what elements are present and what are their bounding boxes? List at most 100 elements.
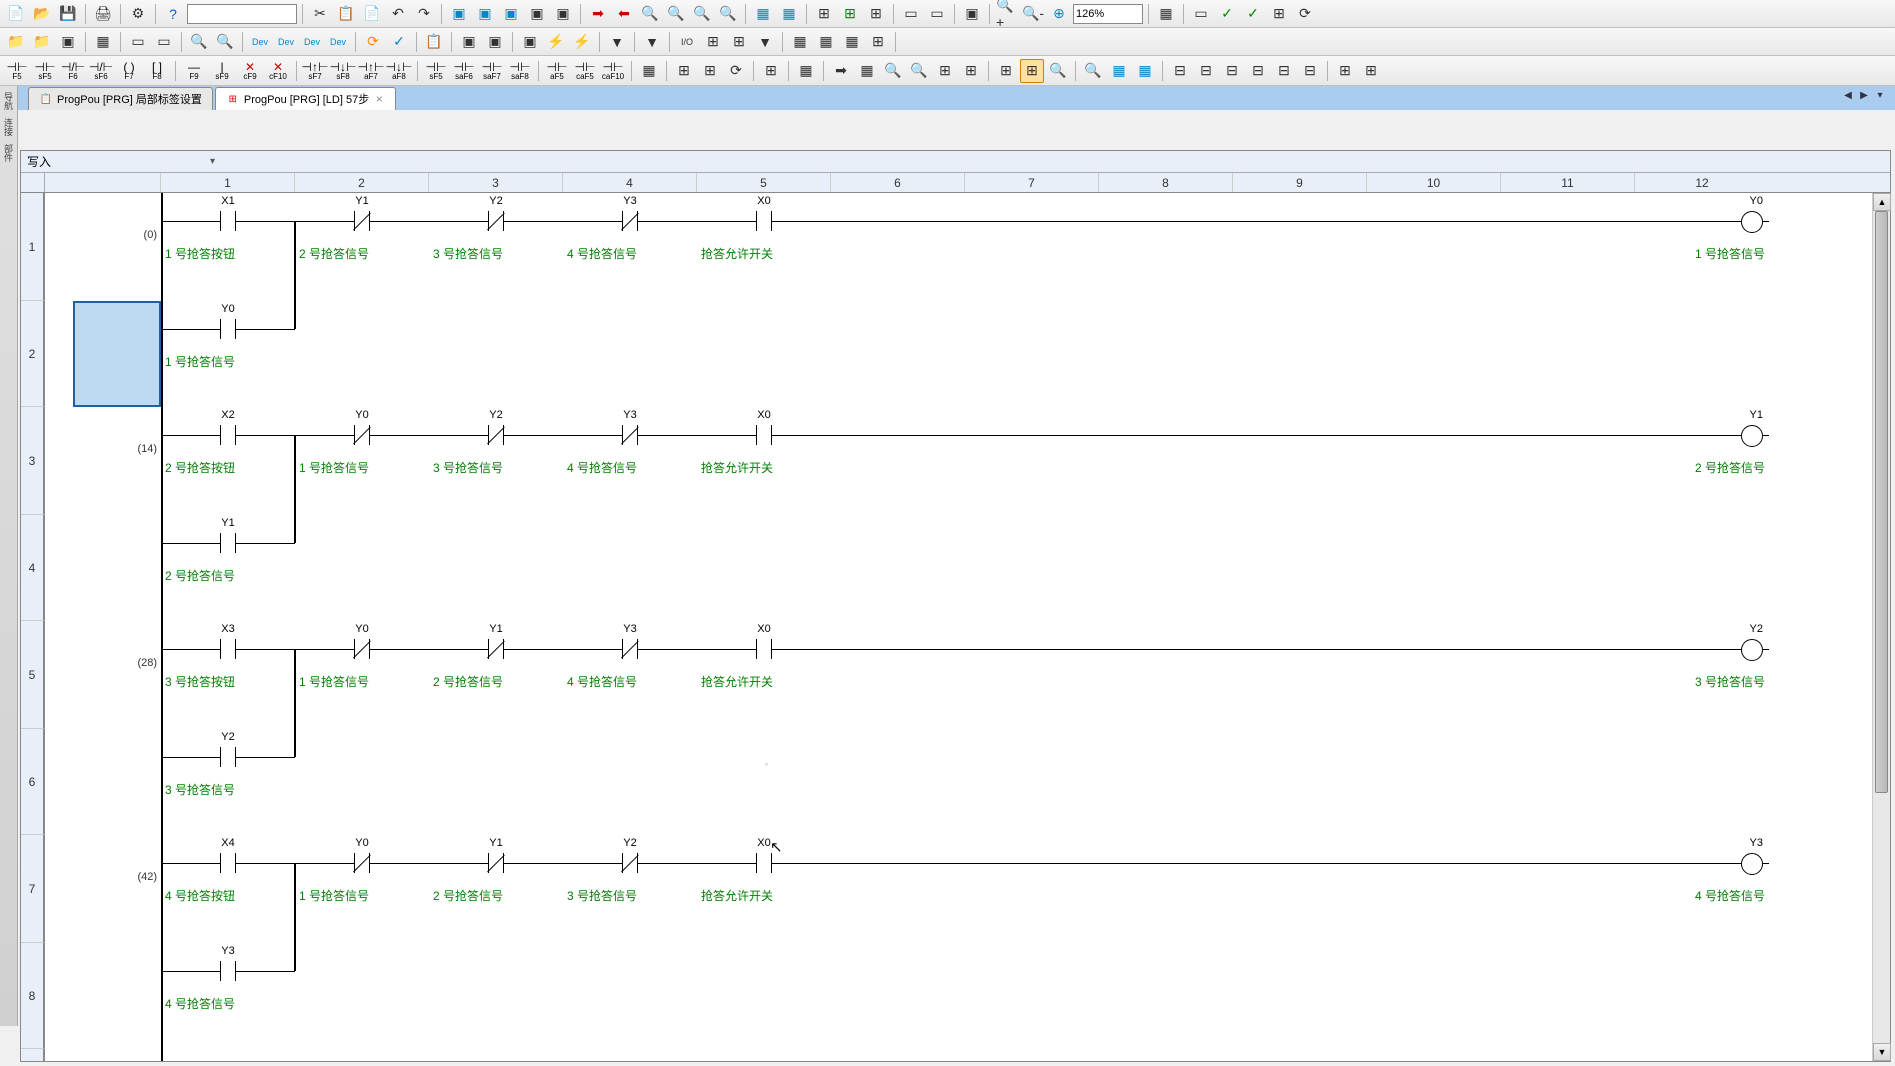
search-btn-2[interactable]: 🔍	[690, 2, 714, 26]
fkey-cf9[interactable]: ✕cF9	[237, 59, 263, 83]
r2-btn-1[interactable]: ▣	[457, 30, 481, 54]
cell-r6-c5[interactable]	[697, 729, 831, 835]
cell-r6-c8[interactable]	[1099, 729, 1233, 835]
cell-r4-c8[interactable]	[1099, 515, 1233, 621]
io-btn[interactable]: I/O	[675, 30, 699, 54]
step-col-7[interactable]: (42)	[45, 835, 161, 943]
step-col-1[interactable]: (0)	[45, 193, 161, 301]
tab-ladder-editor[interactable]: ⊞ ProgPou [PRG] [LD] 57步 ×	[215, 87, 396, 110]
view-btn-1[interactable]: ▭	[126, 30, 150, 54]
fkey-sf8[interactable]: ⊣↓⊢sF8	[330, 59, 356, 83]
r3-btn-18[interactable]: ▦	[1133, 59, 1157, 83]
dev-btn-1[interactable]: ▣	[447, 2, 471, 26]
dev-btn-5[interactable]: ▣	[551, 2, 575, 26]
layout-btn-1[interactable]: ▭	[899, 2, 923, 26]
nav-btn-2[interactable]: 📁	[30, 30, 54, 54]
cell-r2-c10[interactable]	[1367, 301, 1501, 407]
cell-r1-c11[interactable]	[1501, 193, 1635, 301]
fkey-f8[interactable]: [ ]F8	[144, 59, 170, 83]
cell-r6-c9[interactable]	[1233, 729, 1367, 835]
r3-btn-15[interactable]: 🔍	[1046, 59, 1070, 83]
cell-r3-c5[interactable]: X0抢答允许开关	[697, 407, 831, 515]
cell-r1-c3[interactable]: Y23 号抢答信号	[429, 193, 563, 301]
cell-r4-c3[interactable]	[429, 515, 563, 621]
fkey-saf8[interactable]: ⊣⊢saF8	[507, 59, 533, 83]
dev-btn-r2c[interactable]: Dev	[300, 30, 324, 54]
r2-btn-12[interactable]: ▦	[814, 30, 838, 54]
r2-btn-4[interactable]: ⚡	[544, 30, 568, 54]
fkey-af8[interactable]: ⊣↓⊢aF8	[386, 59, 412, 83]
dev-mon-btn[interactable]: Dev	[274, 30, 298, 54]
dev-btn-r2d[interactable]: Dev	[326, 30, 350, 54]
dev-btn-3[interactable]: ▣	[499, 2, 523, 26]
ladder-body[interactable]: 1(0)X11 号抢答按钮Y12 号抢答信号Y23 号抢答信号Y34 号抢答信号…	[21, 193, 1890, 1061]
search-btn-1[interactable]: 🔍	[664, 2, 688, 26]
cell-r8-c8[interactable]	[1099, 943, 1233, 1049]
fkey-sf9[interactable]: |sF9	[209, 59, 235, 83]
r2-btn-2[interactable]: ▣	[483, 30, 507, 54]
doc-btn[interactable]: 📋	[422, 30, 446, 54]
fkey-af7[interactable]: ⊣↑⊢aF7	[358, 59, 384, 83]
cell-r2-c4[interactable]	[563, 301, 697, 407]
view-btn-2[interactable]: ▭	[152, 30, 176, 54]
tool-btn-1[interactable]: ⚙	[126, 2, 150, 26]
step-col-5[interactable]: (28)	[45, 621, 161, 729]
r2-btn-8[interactable]: ⊞	[701, 30, 725, 54]
cell-r8-c4[interactable]	[563, 943, 697, 1049]
fkey-f6[interactable]: ⊣/⊢F6	[60, 59, 86, 83]
cell-r8-c12[interactable]	[1635, 943, 1769, 1049]
cell-r3-c11[interactable]	[1501, 407, 1635, 515]
zoom-out-button[interactable]: 🔍-	[1021, 2, 1045, 26]
r2-btn-5[interactable]: ⚡	[570, 30, 594, 54]
cell-r5-c12[interactable]: Y23 号抢答信号	[1635, 621, 1769, 729]
cell-r7-c4[interactable]: Y23 号抢答信号	[563, 835, 697, 943]
cell-r3-c7[interactable]	[965, 407, 1099, 515]
cell-r6-c10[interactable]	[1367, 729, 1501, 835]
scroll-thumb[interactable]	[1875, 211, 1888, 793]
tab-next-icon[interactable]: ▶	[1857, 88, 1871, 102]
cell-r1-c1[interactable]: X11 号抢答按钮	[161, 193, 295, 301]
save-button[interactable]: 💾	[56, 2, 80, 26]
r2-btn-7[interactable]: ▼	[640, 30, 664, 54]
opt-btn-2[interactable]: ▭	[1189, 2, 1213, 26]
cell-r2-c11[interactable]	[1501, 301, 1635, 407]
cell-r8-c6[interactable]	[831, 943, 965, 1049]
cell-r5-c8[interactable]	[1099, 621, 1233, 729]
cell-r3-c12[interactable]: Y12 号抢答信号	[1635, 407, 1769, 515]
cell-r5-c4[interactable]: Y34 号抢答信号	[563, 621, 697, 729]
zoom-in-button[interactable]: 🔍+	[995, 2, 1019, 26]
cut-button[interactable]: ✂	[308, 2, 332, 26]
sim-btn-2[interactable]: ▦	[777, 2, 801, 26]
copy-button[interactable]: 📋	[334, 2, 358, 26]
sidebar-tab-2[interactable]: 连接	[2, 118, 15, 136]
fkey-f9[interactable]: —F9	[181, 59, 207, 83]
cell-r4-c12[interactable]	[1635, 515, 1769, 621]
cell-r8-c5[interactable]	[697, 943, 831, 1049]
cell-r3-c9[interactable]	[1233, 407, 1367, 515]
cell-r3-c1[interactable]: X22 号抢答按钮	[161, 407, 295, 515]
cell-r2-c3[interactable]	[429, 301, 563, 407]
cell-r4-c9[interactable]	[1233, 515, 1367, 621]
nav-btn-4[interactable]: ▦	[91, 30, 115, 54]
cell-r4-c6[interactable]	[831, 515, 965, 621]
r3-btn-9[interactable]: 🔍	[881, 59, 905, 83]
wnd-btn-2[interactable]: ⊞	[838, 2, 862, 26]
r2-btn-11[interactable]: ▦	[788, 30, 812, 54]
cell-r7-c1[interactable]: X44 号抢答按钮	[161, 835, 295, 943]
cell-r5-c11[interactable]	[1501, 621, 1635, 729]
r3-btn-20[interactable]: ⊟	[1194, 59, 1218, 83]
paste-button[interactable]: 📄	[360, 2, 384, 26]
cell-r8-c3[interactable]	[429, 943, 563, 1049]
zoom-combo[interactable]	[1073, 4, 1143, 24]
cell-r5-c3[interactable]: Y12 号抢答信号	[429, 621, 563, 729]
r3-btn-2[interactable]: ⊞	[672, 59, 696, 83]
write-plc-button[interactable]: ➡	[586, 2, 610, 26]
cell-r2-c7[interactable]	[965, 301, 1099, 407]
layout-btn-3[interactable]: ▣	[960, 2, 984, 26]
r3-btn-25[interactable]: ⊞	[1333, 59, 1357, 83]
find-btn-1[interactable]: 🔍	[187, 30, 211, 54]
cell-r4-c4[interactable]	[563, 515, 697, 621]
selected-cell[interactable]	[73, 301, 161, 407]
open-button[interactable]: 📂	[30, 2, 54, 26]
cell-r4-c2[interactable]	[295, 515, 429, 621]
